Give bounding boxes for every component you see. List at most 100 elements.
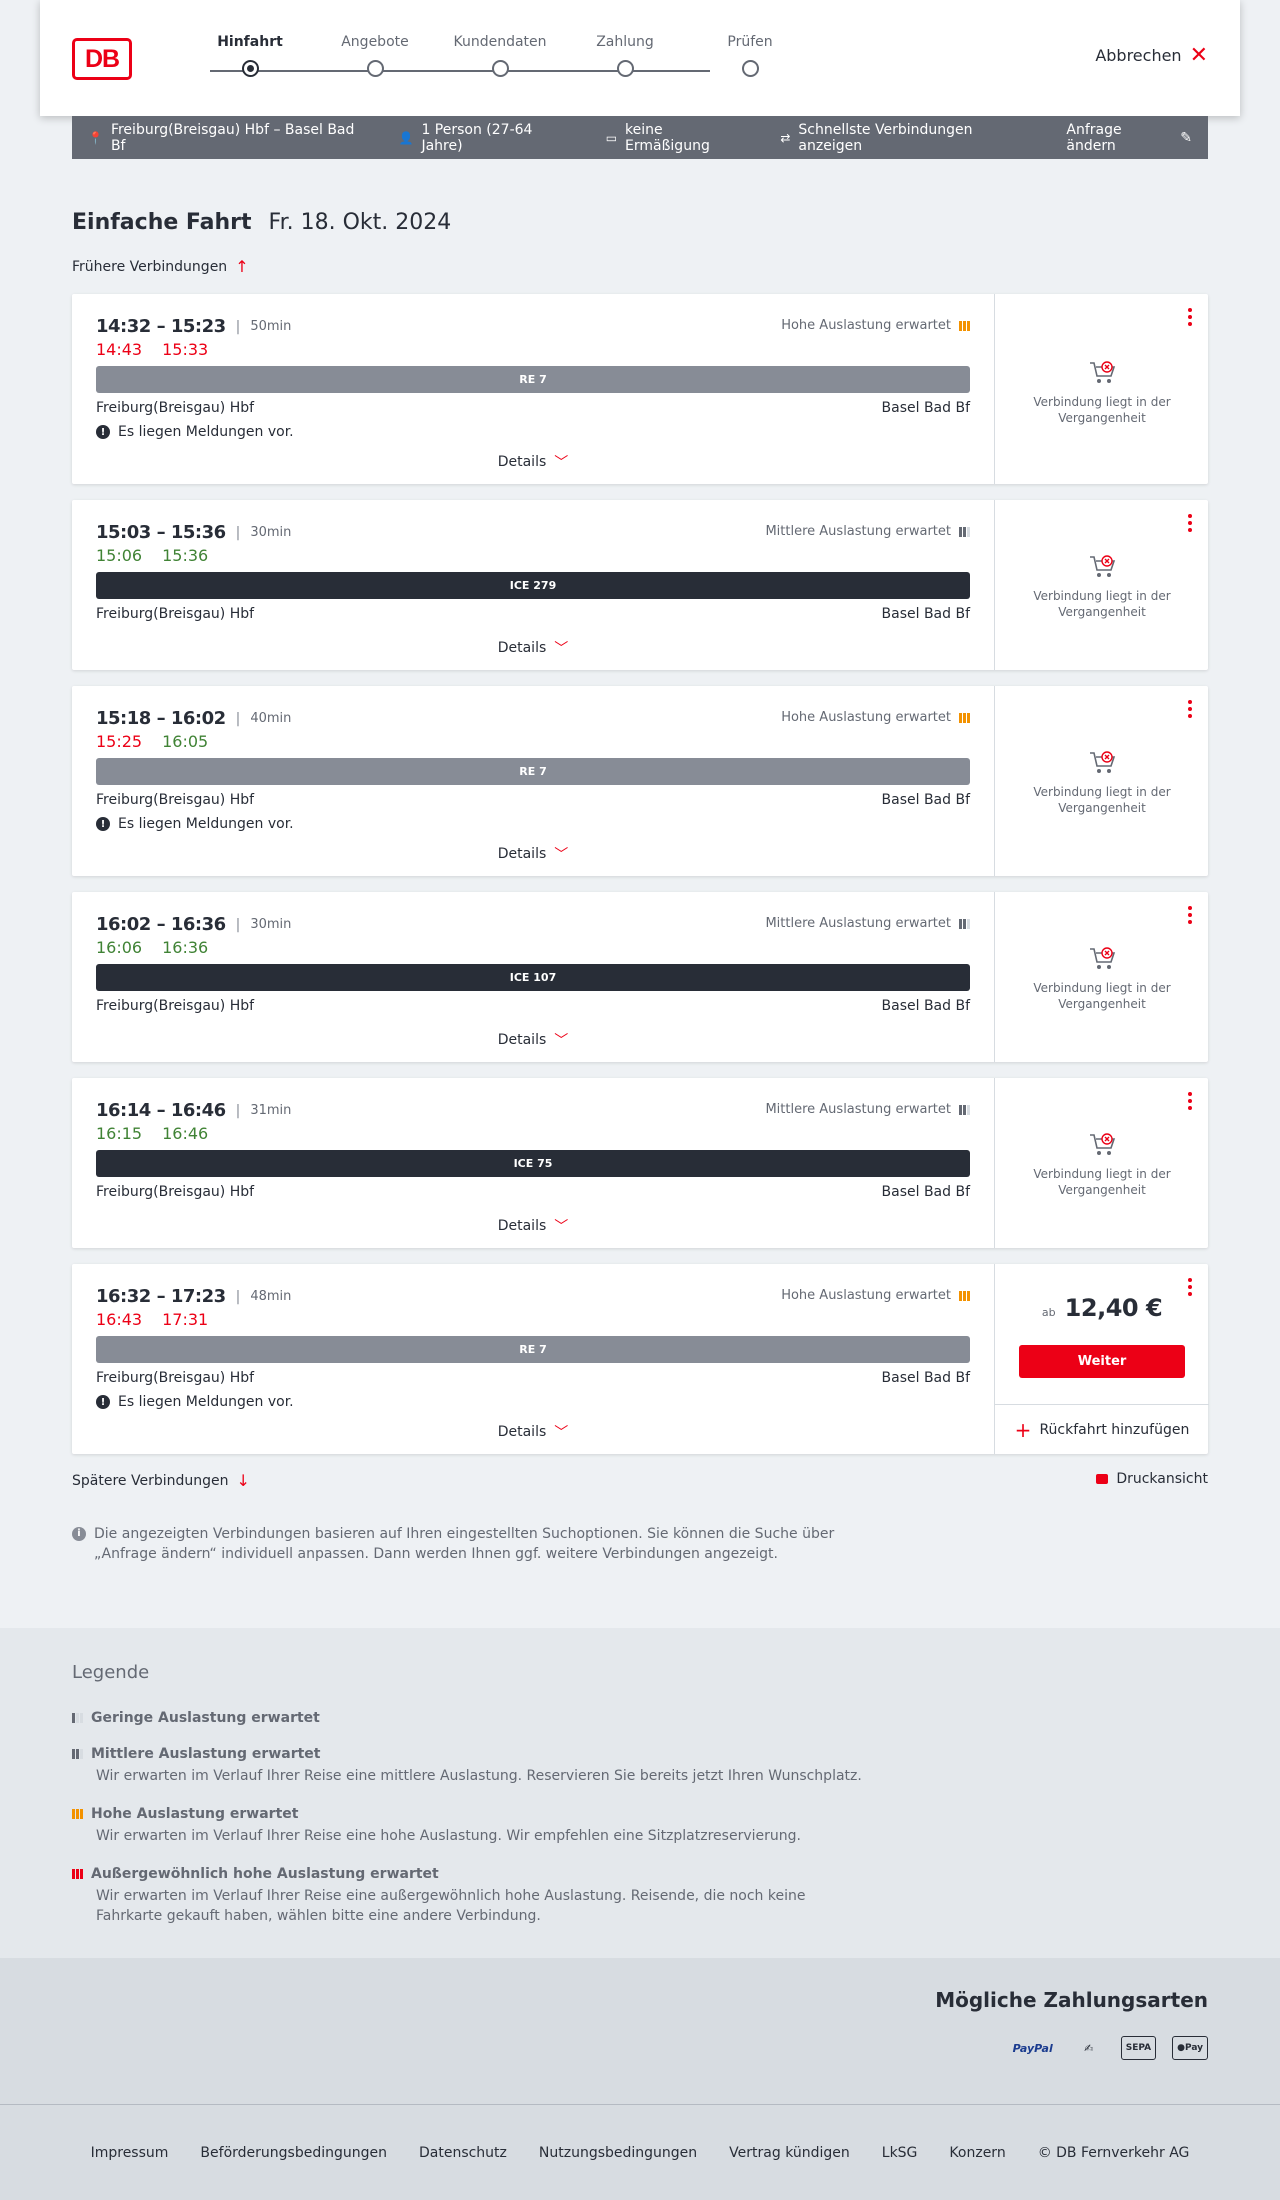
connection-main[interactable]: 16:02 – 16:36 | 30min 16:06 16:36 Mittle… — [72, 892, 994, 1062]
occupancy-info: Hohe Auslastung erwartet — [781, 318, 970, 333]
more-options-icon[interactable] — [1188, 1092, 1192, 1110]
connection-main[interactable]: 16:32 – 17:23 | 48min 16:43 17:31 Hohe A… — [72, 1264, 994, 1454]
db-logo[interactable]: DB — [72, 38, 132, 80]
footer-link-datenschutz[interactable]: Datenschutz — [419, 2145, 507, 2161]
realtime-departure: 16:06 — [96, 938, 143, 957]
connection-card: 16:14 – 16:46 | 31min 16:15 16:46 Mittle… — [72, 1078, 1208, 1248]
later-connections-link[interactable]: Spätere Verbindungen ↓ — [72, 1471, 250, 1490]
later-label: Spätere Verbindungen — [72, 1472, 229, 1489]
connection-offer: Verbindung liegt in der Vergangenheit — [994, 294, 1208, 484]
print-view-link[interactable]: Druckansicht — [1096, 1471, 1208, 1487]
realtime-departure: 15:06 — [96, 546, 143, 565]
occupancy-medium-icon — [959, 526, 970, 537]
alert-icon: ! — [96, 1395, 110, 1409]
footer-link-impressum[interactable]: Impressum — [91, 2145, 169, 2161]
details-label: Details — [497, 640, 547, 656]
footer-link-konzern[interactable]: Konzern — [949, 2145, 1005, 2161]
occupancy-text: Mittlere Auslastung erwartet — [765, 524, 951, 539]
legend-item-description: Wir erwarten im Verlauf Ihrer Reise eine… — [96, 1888, 806, 1924]
occupancy-info: Hohe Auslastung erwartet — [781, 710, 970, 725]
occupancy-low-icon — [72, 1713, 83, 1723]
connection-main[interactable]: 14:32 – 15:23 | 50min 14:43 15:33 Hohe A… — [72, 294, 994, 484]
details-toggle[interactable]: Details ﹀ — [72, 1422, 994, 1442]
realtime-times: 16:15 16:46 — [96, 1124, 208, 1143]
chevron-down-icon: ﹀ — [554, 641, 569, 657]
price-value: 12,40 € — [1064, 1294, 1163, 1322]
duration: 40min — [250, 711, 292, 726]
arrival-station: Basel Bad Bf — [881, 606, 970, 622]
connection-card: 16:32 – 17:23 | 48min 16:43 17:31 Hohe A… — [72, 1264, 1209, 1454]
fastest-option[interactable]: ⇄ Schnellste Verbindungen anzeigen — [780, 122, 1034, 154]
planned-time-range: 16:02 – 16:36 — [96, 914, 226, 935]
details-label: Details — [497, 1218, 547, 1234]
past-connection-notice: Verbindung liegt in der Vergangenheit — [995, 944, 1209, 1012]
info-icon: i — [72, 1527, 86, 1541]
more-options-icon[interactable] — [1188, 700, 1192, 718]
realtime-arrival: 15:33 — [162, 340, 209, 359]
arrival-station: Basel Bad Bf — [881, 400, 970, 416]
connection-main[interactable]: 15:03 – 15:36 | 30min 15:06 15:36 Mittle… — [72, 500, 994, 670]
details-toggle[interactable]: Details ﹀ — [72, 844, 994, 864]
swap-arrows-icon: ⇄ — [780, 130, 791, 145]
footer-link-vertrag-kuendigen[interactable]: Vertrag kündigen — [729, 2145, 850, 2161]
details-toggle[interactable]: Details ﹀ — [72, 638, 994, 658]
occupancy-info: Mittlere Auslastung erwartet — [765, 916, 970, 931]
step-label: Angebote — [341, 34, 409, 50]
realtime-arrival: 16:05 — [162, 732, 209, 751]
separator: | — [235, 318, 241, 335]
step-pruefen: Prüfen — [680, 34, 820, 77]
details-toggle[interactable]: Details ﹀ — [72, 1030, 994, 1050]
occupancy-extreme-icon — [72, 1869, 83, 1879]
departure-station: Freiburg(Breisgau) Hbf — [96, 998, 255, 1014]
cancel-button[interactable]: Abbrechen ✕ — [1095, 42, 1208, 68]
footer-link-nutzungsbedingungen[interactable]: Nutzungsbedingungen — [539, 2145, 697, 2161]
step-kundendaten: Kundendaten — [430, 34, 570, 77]
footer-copyright: © DB Fernverkehr AG — [1037, 2144, 1190, 2161]
alert-icon: ! — [96, 817, 110, 831]
apple-logo-icon: ● — [1177, 2043, 1185, 2053]
occupancy-info: Mittlere Auslastung erwartet — [765, 524, 970, 539]
chevron-down-icon: ﹀ — [554, 1219, 569, 1235]
occupancy-medium-icon — [959, 1104, 970, 1115]
step-label: Kundendaten — [453, 34, 547, 50]
search-summary-bar: 📍 Freiburg(Breisgau) Hbf – Basel Bad Bf … — [72, 116, 1208, 159]
earlier-connections-link[interactable]: Frühere Verbindungen ↑ — [72, 257, 249, 276]
step-dot — [366, 60, 384, 77]
add-return-trip-button[interactable]: + Rückfahrt hinzufügen — [995, 1404, 1209, 1454]
chevron-down-icon: ﹀ — [554, 847, 569, 863]
more-options-icon[interactable] — [1188, 514, 1192, 532]
legend-item-description: Wir erwarten im Verlauf Ihrer Reise eine… — [96, 1768, 862, 1784]
details-toggle[interactable]: Details ﹀ — [72, 452, 994, 472]
edit-request-button[interactable]: Anfrage ändern ✎ — [1066, 122, 1192, 154]
more-options-icon[interactable] — [1188, 906, 1192, 924]
planned-times: 16:02 – 16:36 | 30min — [96, 914, 291, 935]
train-bar: ICE 107 — [96, 964, 970, 991]
train-bar: ICE 279 — [96, 572, 970, 599]
duration: 30min — [250, 525, 292, 540]
departure-station: Freiburg(Breisgau) Hbf — [96, 1370, 255, 1386]
connection-main[interactable]: 15:18 – 16:02 | 40min 15:25 16:05 Hohe A… — [72, 686, 994, 876]
footer-link-lksg[interactable]: LkSG — [882, 2145, 918, 2161]
step-dot — [241, 60, 259, 77]
more-options-icon[interactable] — [1188, 308, 1192, 326]
step-dot — [616, 60, 634, 77]
train-bar: RE 7 — [96, 1336, 970, 1363]
duration: 31min — [250, 1103, 292, 1118]
realtime-arrival: 16:46 — [162, 1124, 209, 1143]
arrival-station: Basel Bad Bf — [881, 1370, 970, 1386]
route-summary: 📍 Freiburg(Breisgau) Hbf – Basel Bad Bf — [88, 122, 367, 154]
bahncard-icon: ▭ — [605, 130, 618, 145]
disruption-message: ! Es liegen Meldungen vor. — [96, 816, 294, 832]
close-icon: ✕ — [1189, 42, 1208, 68]
footer-link-befoerderungsbedingungen[interactable]: Beförderungsbedingungen — [200, 2145, 387, 2161]
connection-main[interactable]: 16:14 – 16:46 | 31min 16:15 16:46 Mittle… — [72, 1078, 994, 1248]
continue-button[interactable]: Weiter — [1019, 1345, 1185, 1378]
past-text: Verbindung liegt in der Vergangenheit — [1033, 589, 1171, 619]
details-toggle[interactable]: Details ﹀ — [72, 1216, 994, 1236]
arrival-station: Basel Bad Bf — [881, 998, 970, 1014]
discount-text: keine Ermäßigung — [625, 121, 710, 154]
price: ab 12,40 € — [995, 1294, 1209, 1322]
step-label: Zahlung — [596, 34, 654, 50]
occupancy-high-icon — [959, 712, 970, 723]
train-bar: RE 7 — [96, 758, 970, 785]
